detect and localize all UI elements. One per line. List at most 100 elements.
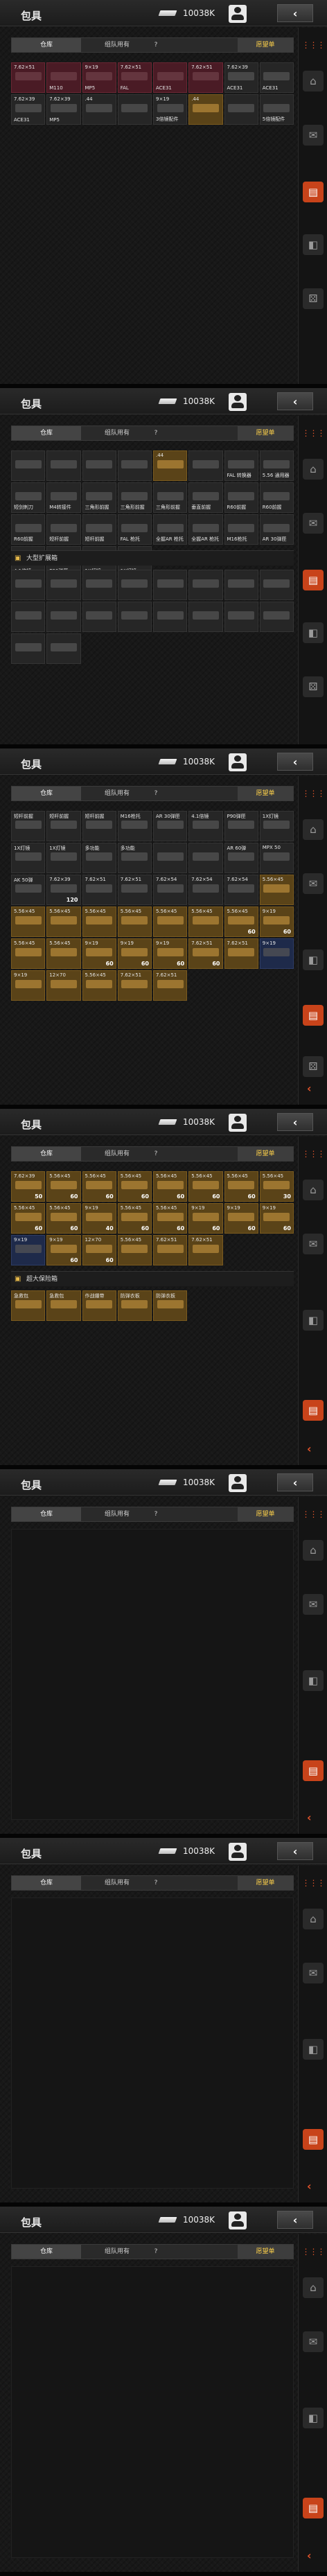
back-button[interactable]: ‹: [277, 1473, 313, 1491]
help-button[interactable]: ?: [150, 787, 161, 800]
inventory-slot[interactable]: AK 50弹: [11, 875, 46, 905]
home-icon[interactable]: ⌂: [303, 459, 324, 480]
home-icon[interactable]: ⌂: [303, 2277, 324, 2298]
inventory-slot[interactable]: [11, 570, 46, 600]
inventory-slot[interactable]: 5.56 通用器: [259, 450, 294, 481]
inventory-slot[interactable]: 7.62×51: [153, 970, 188, 1001]
tab-storage[interactable]: 仓库: [12, 1507, 81, 1521]
caret-icon[interactable]: ‹: [307, 1811, 312, 1824]
mail-icon[interactable]: ✉: [303, 125, 324, 146]
inventory-slot[interactable]: [11, 450, 46, 481]
home-icon[interactable]: ⌂: [303, 819, 324, 840]
back-button[interactable]: ‹: [277, 392, 313, 410]
inventory-slot[interactable]: 5.56×45 60: [46, 1203, 81, 1234]
inventory-slot[interactable]: 三角形前握: [82, 482, 116, 513]
inventory-slot[interactable]: 7.62×39 120: [46, 875, 81, 905]
inventory-slot[interactable]: [117, 570, 152, 600]
inventory-slot[interactable]: [117, 450, 152, 481]
inventory-slot[interactable]: 9×19 60: [259, 906, 294, 937]
inventory-slot[interactable]: 5.56×45: [117, 1235, 152, 1265]
inventory-slot[interactable]: [153, 570, 188, 600]
inventory-slot[interactable]: 1X灯镜: [259, 811, 294, 841]
inventory-slot[interactable]: 12×70 60: [82, 1235, 116, 1265]
inventory-slot[interactable]: 7.62×51: [82, 875, 116, 905]
inventory-slot[interactable]: [188, 843, 223, 873]
dots-icon[interactable]: ⋮⋮⋮: [302, 423, 326, 444]
inventory-slot[interactable]: 7.62×51: [188, 62, 223, 93]
inventory-slot[interactable]: 急救包: [11, 1290, 46, 1321]
inventory-slot[interactable]: .44: [188, 94, 223, 125]
inventory-slot[interactable]: 7.62×39 ACE31: [11, 94, 46, 125]
inventory-slot[interactable]: 9×19 60: [188, 1203, 223, 1234]
inventory-slot[interactable]: [82, 450, 116, 481]
backpack-icon[interactable]: ▤: [303, 1400, 324, 1421]
tab-team[interactable]: 组队用有: [89, 787, 145, 800]
inventory-slot[interactable]: 5.56×45: [82, 906, 116, 937]
weight-icon[interactable]: [229, 5, 247, 23]
inventory-slot[interactable]: AR 60弹: [224, 843, 258, 873]
tab-team[interactable]: 组队用有: [89, 1147, 145, 1161]
mail-icon[interactable]: ✉: [303, 513, 324, 534]
tab-wishlist[interactable]: 愿望单: [238, 38, 293, 52]
dots-icon[interactable]: ⋮⋮⋮: [302, 2241, 326, 2262]
tab-wishlist[interactable]: 愿望单: [238, 2245, 293, 2259]
back-button[interactable]: ‹: [277, 753, 313, 771]
inventory-slot[interactable]: 7.62×54: [188, 875, 223, 905]
mail-icon[interactable]: ✉: [303, 1963, 324, 1983]
inventory-slot[interactable]: 1X灯镜: [46, 843, 81, 873]
tab-wishlist[interactable]: 愿望单: [238, 426, 293, 440]
inventory-slot[interactable]: [259, 602, 294, 632]
help-button[interactable]: ?: [150, 1147, 161, 1161]
inventory-slot[interactable]: [46, 633, 81, 664]
inventory-slot[interactable]: 9×19: [259, 938, 294, 969]
inventory-slot[interactable]: [224, 94, 258, 125]
weight-icon[interactable]: [229, 393, 247, 411]
inventory-slot[interactable]: 防弹衣板: [117, 1290, 152, 1321]
inventory-slot[interactable]: [259, 570, 294, 600]
mail-icon[interactable]: ✉: [303, 2331, 324, 2352]
inventory-slot[interactable]: 三角形前握: [153, 482, 188, 513]
inventory-slot[interactable]: 9×19 MP5: [82, 62, 116, 93]
caret-icon[interactable]: ‹: [307, 2549, 312, 2562]
back-button[interactable]: ‹: [277, 4, 313, 22]
inventory-slot[interactable]: 多功能: [82, 843, 116, 873]
inventory-slot[interactable]: [153, 843, 188, 873]
back-button[interactable]: ‹: [277, 1113, 313, 1131]
inventory-slot[interactable]: M16枪托: [117, 811, 152, 841]
back-button[interactable]: ‹: [277, 1842, 313, 1860]
inventory-slot[interactable]: 5.56×45 60: [153, 1171, 188, 1202]
weight-icon[interactable]: [229, 1114, 247, 1132]
inventory-slot[interactable]: R60前握: [259, 482, 294, 513]
cube-icon[interactable]: ◧: [303, 1310, 324, 1331]
inventory-slot[interactable]: 5.56×45 60: [11, 1203, 46, 1234]
inventory-slot[interactable]: 5.56×45 30: [259, 1171, 294, 1202]
inventory-slot[interactable]: 7.62×39 50: [11, 1171, 46, 1202]
inventory-slot[interactable]: 7.62×51 FAL: [117, 62, 152, 93]
inventory-slot[interactable]: 短杆前握: [82, 811, 116, 841]
inventory-slot[interactable]: [82, 570, 116, 600]
mail-icon[interactable]: ✉: [303, 1234, 324, 1254]
inventory-slot[interactable]: 短剑刺刀: [11, 482, 46, 513]
inventory-slot[interactable]: 5.56×45 60: [153, 1203, 188, 1234]
cube-icon[interactable]: ◧: [303, 2408, 324, 2428]
cube-icon[interactable]: ◧: [303, 2039, 324, 2060]
caret-icon[interactable]: ‹: [307, 1082, 312, 1095]
inventory-slot[interactable]: [117, 94, 152, 125]
caret-icon[interactable]: ‹: [307, 2180, 312, 2193]
backpack-icon[interactable]: ▤: [303, 2129, 324, 2150]
inventory-slot[interactable]: 7.62×51 60: [188, 938, 223, 969]
inventory-slot[interactable]: [117, 602, 152, 632]
tab-storage[interactable]: 仓库: [12, 787, 81, 800]
mail-icon[interactable]: ✉: [303, 873, 324, 894]
tab-team[interactable]: 组队用有: [89, 1876, 145, 1890]
inventory-slot[interactable]: .44: [153, 450, 188, 481]
inventory-slot[interactable]: AR 30弹匣: [153, 811, 188, 841]
weight-icon[interactable]: [229, 753, 247, 771]
inventory-slot[interactable]: FAL 转换器: [224, 450, 258, 481]
dots-icon[interactable]: ⋮⋮⋮: [302, 35, 326, 55]
inventory-slot[interactable]: 5.56×45 60: [117, 1203, 152, 1234]
inventory-slot[interactable]: 9×19 40: [82, 1203, 116, 1234]
inventory-slot[interactable]: 7.62×54: [224, 875, 258, 905]
inventory-slot[interactable]: R60前握: [11, 514, 46, 545]
tab-storage[interactable]: 仓库: [12, 38, 81, 52]
